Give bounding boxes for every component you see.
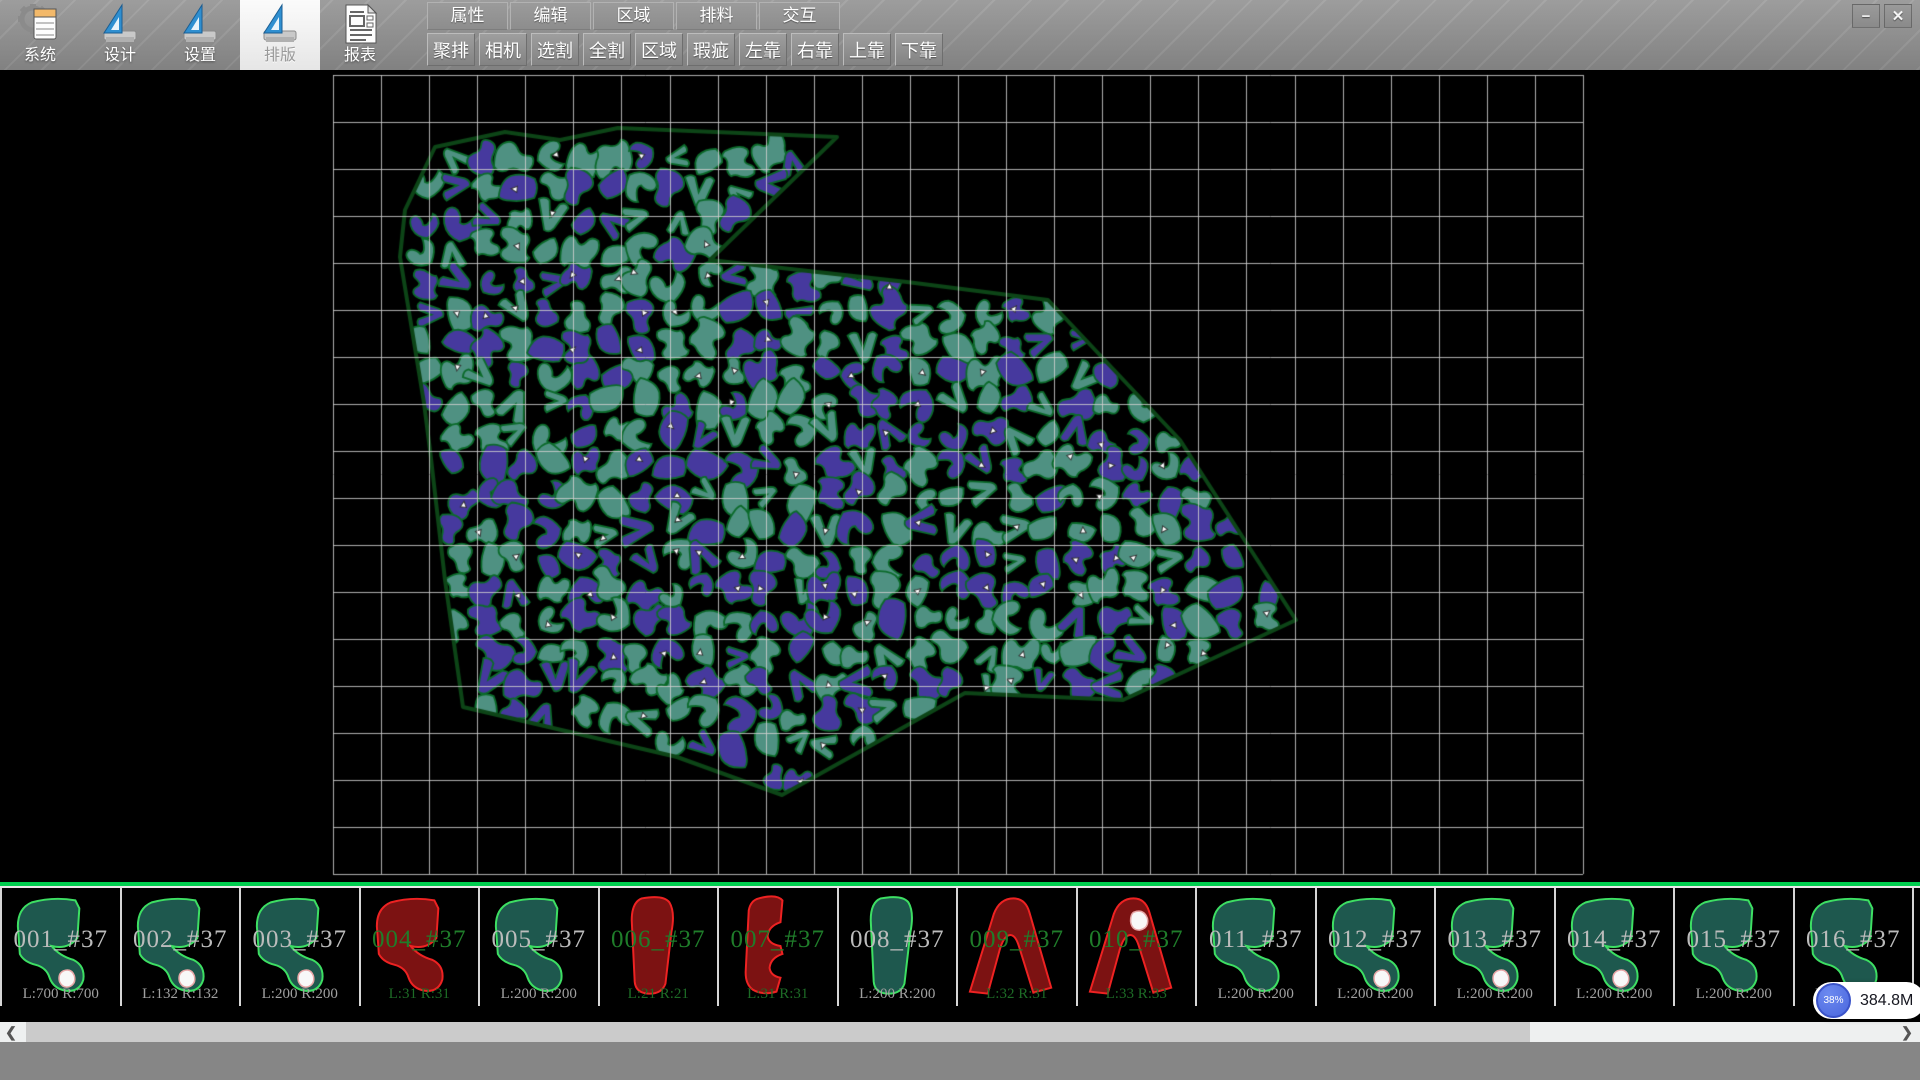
action-button-4[interactable]: 全割 bbox=[583, 33, 631, 66]
part-id-label: 008_#37 bbox=[839, 926, 957, 954]
part-id-label: 004_#37 bbox=[361, 926, 479, 954]
part-thumbnail-7[interactable]: 007_#37 L:31 R:31 bbox=[719, 888, 839, 1006]
part-thumbnail-4[interactable]: 004_#37 L:31 R:31 bbox=[361, 888, 481, 1006]
part-count-label: L:32 R:31 bbox=[958, 986, 1076, 1003]
titlebar: 系统设计设置排版报表 属性编辑区域排料交互 聚排相机选割全割区域瑕疵左靠右靠上靠… bbox=[0, 0, 1920, 70]
action-button-10[interactable]: 下靠 bbox=[895, 33, 943, 66]
menu-tab-4[interactable]: 排料 bbox=[676, 2, 757, 30]
part-count-label: L:200 R:200 bbox=[1675, 986, 1793, 1003]
nesting-canvas-area bbox=[0, 70, 1920, 882]
bottom-bar bbox=[0, 1042, 1920, 1080]
main-canvas[interactable] bbox=[0, 70, 1920, 882]
part-id-label: 005_#37 bbox=[480, 926, 598, 954]
part-id-label: 014_#37 bbox=[1556, 926, 1674, 954]
part-thumbnail-8[interactable]: 008_#37 L:200 R:200 bbox=[839, 888, 959, 1006]
action-button-8[interactable]: 右靠 bbox=[791, 33, 839, 66]
part-count-label: L:700 R:700 bbox=[2, 986, 120, 1003]
toolbar-button-label: 系统 bbox=[24, 46, 56, 66]
action-button-9[interactable]: 上靠 bbox=[843, 33, 891, 66]
part-thumbnail-6[interactable]: 006_#37 L:21 R:21 bbox=[600, 888, 720, 1006]
close-button[interactable]: ✕ bbox=[1884, 4, 1912, 28]
part-thumbnail-1[interactable]: 001_#37 L:700 R:700 bbox=[0, 888, 122, 1006]
application-window: 系统设计设置排版报表 属性编辑区域排料交互 聚排相机选割全割区域瑕疵左靠右靠上靠… bbox=[0, 0, 1920, 1080]
part-count-label: L:21 R:21 bbox=[600, 986, 718, 1003]
part-count-label: L:31 R:31 bbox=[719, 986, 837, 1003]
toolbar-button-5[interactable]: 报表 bbox=[320, 0, 400, 70]
part-id-label: 002_#37 bbox=[122, 926, 240, 954]
action-button-6[interactable]: 瑕疵 bbox=[687, 33, 735, 66]
part-count-label: L:200 R:200 bbox=[1197, 986, 1315, 1003]
settings-ruler-icon bbox=[178, 2, 222, 46]
menu-tab-2[interactable]: 编辑 bbox=[510, 2, 591, 30]
toolbar-button-2[interactable]: 设计 bbox=[80, 0, 160, 70]
part-count-label: L:200 R:200 bbox=[241, 986, 359, 1003]
horizontal-scrollbar[interactable]: ❮ ❯ bbox=[0, 1022, 1920, 1042]
action-button-3[interactable]: 选割 bbox=[531, 33, 579, 66]
menu-tab-5[interactable]: 交互 bbox=[759, 2, 840, 30]
part-count-label: L:132 R:132 bbox=[122, 986, 240, 1003]
scroll-right-icon[interactable]: ❯ bbox=[1896, 1022, 1918, 1042]
part-id-label: 013_#37 bbox=[1436, 926, 1554, 954]
status-badge: 38% 384.8M bbox=[1813, 982, 1920, 1019]
toolbar-button-label: 排版 bbox=[264, 46, 296, 66]
action-button-row: 聚排相机选割全割区域瑕疵左靠右靠上靠下靠 bbox=[427, 33, 947, 65]
part-count-label: L:31 R:31 bbox=[361, 986, 479, 1003]
design-ruler-icon bbox=[98, 2, 142, 46]
action-button-2[interactable]: 相机 bbox=[479, 33, 527, 66]
part-id-label: 001_#37 bbox=[2, 926, 120, 954]
system-gear-icon bbox=[18, 2, 62, 46]
part-count-label: L:200 R:200 bbox=[1436, 986, 1554, 1003]
part-id-label: 015_#37 bbox=[1675, 926, 1793, 954]
minimize-button[interactable]: − bbox=[1852, 4, 1880, 28]
toolbar-button-3[interactable]: 设置 bbox=[160, 0, 240, 70]
part-thumbnail-9[interactable]: 009_#37 L:32 R:31 bbox=[958, 888, 1078, 1006]
part-count-label: L:200 R:200 bbox=[480, 986, 598, 1003]
window-controls: − ✕ bbox=[1852, 4, 1912, 28]
toolbar-button-4[interactable]: 排版 bbox=[240, 0, 320, 70]
toolbar-button-label: 设计 bbox=[104, 46, 136, 66]
part-thumbnail-2[interactable]: 002_#37 L:132 R:132 bbox=[122, 888, 242, 1006]
part-id-label: 011_#37 bbox=[1197, 926, 1315, 954]
memory-usage: 384.8M bbox=[1860, 992, 1913, 1010]
progress-percent: 38% bbox=[1816, 983, 1851, 1018]
menu-tab-1[interactable]: 属性 bbox=[427, 2, 508, 30]
action-button-1[interactable]: 聚排 bbox=[427, 33, 475, 66]
part-id-label: 012_#37 bbox=[1317, 926, 1435, 954]
part-thumbnail-13[interactable]: 013_#37 L:200 R:200 bbox=[1436, 888, 1556, 1006]
part-id-label: 017_#37 bbox=[1914, 926, 1920, 954]
report-doc-icon bbox=[338, 2, 382, 46]
part-thumbnail-11[interactable]: 011_#37 L:200 R:200 bbox=[1197, 888, 1317, 1006]
toolbar-button-1[interactable]: 系统 bbox=[0, 0, 80, 70]
part-thumbnail-14[interactable]: 014_#37 L:200 R:200 bbox=[1556, 888, 1676, 1006]
part-id-label: 007_#37 bbox=[719, 926, 837, 954]
part-id-label: 016_#37 bbox=[1795, 926, 1913, 954]
part-thumbnail-3[interactable]: 003_#37 L:200 R:200 bbox=[241, 888, 361, 1006]
parts-thumbnail-strip: 001_#37L:700 R:700002_#37L:132 R:132003_… bbox=[0, 886, 1920, 1008]
action-button-7[interactable]: 左靠 bbox=[739, 33, 787, 66]
part-thumbnail-15[interactable]: 015_#37 L:200 R:200 bbox=[1675, 888, 1795, 1006]
part-count-label: L:200 R:200 bbox=[839, 986, 957, 1003]
part-id-label: 003_#37 bbox=[241, 926, 359, 954]
nesting-ruler-icon bbox=[258, 2, 302, 46]
part-id-label: 009_#37 bbox=[958, 926, 1076, 954]
toolbar-button-label: 设置 bbox=[184, 46, 216, 66]
part-id-label: 006_#37 bbox=[600, 926, 718, 954]
part-thumbnail-10[interactable]: 010_#37 L:33 R:33 bbox=[1078, 888, 1198, 1006]
part-count-label: L:200 R:200 bbox=[1317, 986, 1435, 1003]
part-thumbnail-12[interactable]: 012_#37 L:200 R:200 bbox=[1317, 888, 1437, 1006]
toolbar-button-label: 报表 bbox=[344, 46, 376, 66]
menu-tab-row: 属性编辑区域排料交互 bbox=[427, 2, 842, 30]
scrollbar-thumb[interactable] bbox=[26, 1022, 1530, 1042]
part-count-label: L:33 R:33 bbox=[1078, 986, 1196, 1003]
part-thumbnail-5[interactable]: 005_#37 L:200 R:200 bbox=[480, 888, 600, 1006]
part-id-label: 010_#37 bbox=[1078, 926, 1196, 954]
action-button-5[interactable]: 区域 bbox=[635, 33, 683, 66]
part-count-label: L:200 R:200 bbox=[1556, 986, 1674, 1003]
scroll-left-icon[interactable]: ❮ bbox=[0, 1022, 22, 1042]
menu-tab-3[interactable]: 区域 bbox=[593, 2, 674, 30]
